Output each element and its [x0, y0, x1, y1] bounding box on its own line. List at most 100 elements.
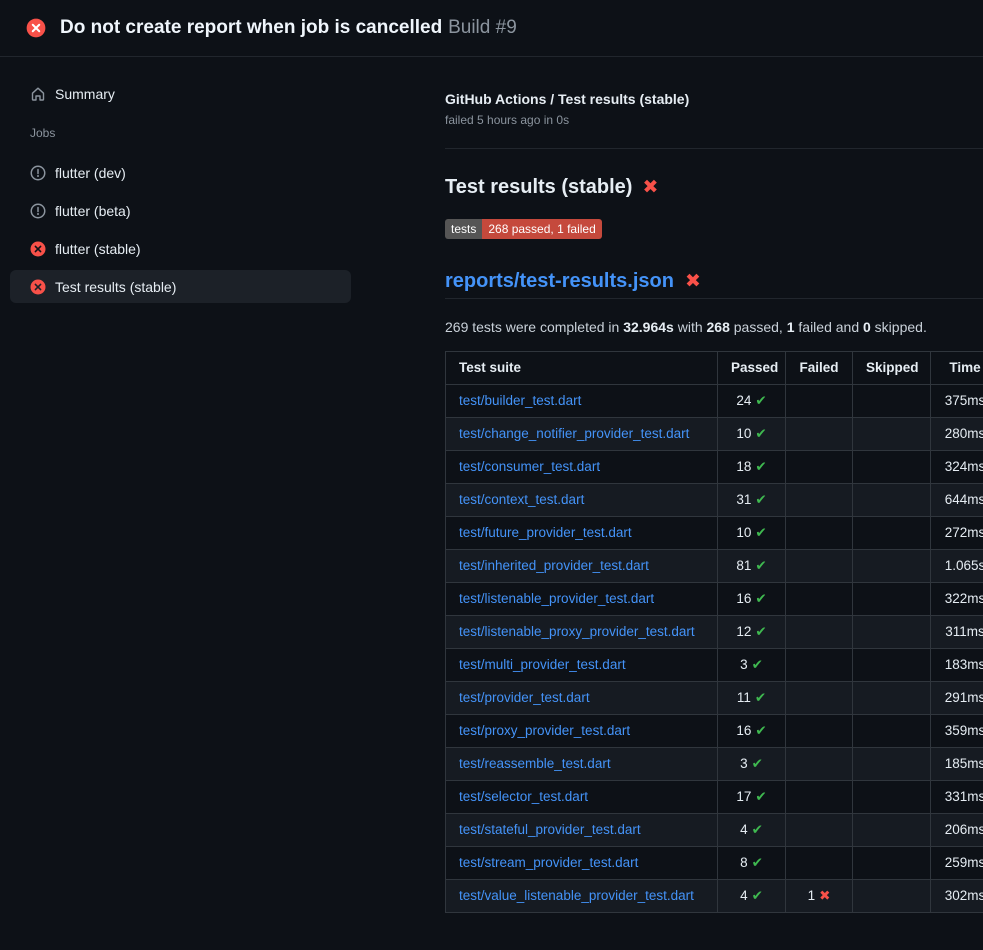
cross-icon: ✖: [819, 888, 830, 903]
passed-cell: 31 ✔: [718, 484, 786, 517]
test-suite-link[interactable]: test/stateful_provider_test.dart: [459, 822, 641, 837]
test-suite-link[interactable]: test/context_test.dart: [459, 492, 584, 507]
check-icon: ✔: [755, 558, 766, 573]
failed-cell: [786, 649, 853, 682]
test-suite-link[interactable]: test/inherited_provider_test.dart: [459, 558, 649, 573]
passed-cell: 10✔: [718, 517, 786, 550]
failed-cell: [786, 715, 853, 748]
results-table-body: test/builder_test.dart24✔375mstest/chang…: [446, 385, 983, 913]
passed-cell: 3✔: [718, 649, 786, 682]
report-file-link[interactable]: reports/test-results.json: [445, 269, 674, 293]
table-header-row: Test suite Passed Failed Skipped Time: [446, 352, 983, 385]
summary-text: skipped.: [871, 319, 927, 335]
test-suite-link[interactable]: test/proxy_provider_test.dart: [459, 723, 630, 738]
summary-passed-count: 268: [707, 319, 730, 335]
time-cell: 324ms: [931, 451, 983, 484]
time-cell: 331ms: [931, 781, 983, 814]
check-icon: ✔: [752, 822, 763, 837]
time-cell: 644ms: [931, 484, 983, 517]
badge-label: tests: [445, 219, 482, 239]
suite-cell: test/multi_provider_test.dart: [446, 649, 718, 682]
count-value: 16: [736, 723, 751, 738]
summary-duration: 32.964s: [623, 319, 674, 335]
passed-cell: 24✔: [718, 385, 786, 418]
suite-cell: test/context_test.dart: [446, 484, 718, 517]
suite-cell: test/provider_test.dart: [446, 682, 718, 715]
test-suite-link[interactable]: test/change_notifier_provider_test.dart: [459, 426, 689, 441]
suite-cell: test/stateful_provider_test.dart: [446, 814, 718, 847]
test-suite-link[interactable]: test/selector_test.dart: [459, 789, 588, 804]
summary-failed-count: 1: [787, 319, 795, 335]
failed-cell: [786, 583, 853, 616]
time-cell: 1.065s: [931, 550, 983, 583]
count-value: 8: [740, 855, 748, 870]
sidebar-item-flutter-stable[interactable]: flutter (stable): [10, 232, 351, 265]
test-suite-link[interactable]: test/future_provider_test.dart: [459, 525, 632, 540]
sidebar-item-flutter-beta[interactable]: flutter (beta): [10, 194, 351, 227]
skipped-cell: [853, 451, 931, 484]
sidebar-item-test-results-stable[interactable]: Test results (stable): [10, 270, 351, 303]
count-value: 81: [736, 558, 751, 573]
time-cell: 302ms: [931, 880, 983, 913]
test-suite-link[interactable]: test/builder_test.dart: [459, 393, 581, 408]
count-value: 31: [736, 492, 751, 507]
test-suite-link[interactable]: test/consumer_test.dart: [459, 459, 600, 474]
sidebar-summary-label: Summary: [55, 86, 115, 102]
passed-cell: 12✔: [718, 616, 786, 649]
skipped-cell: [853, 715, 931, 748]
skipped-cell: [853, 517, 931, 550]
badge-value: 268 passed, 1 failed: [482, 219, 601, 239]
table-row: test/stateful_provider_test.dart4✔206ms: [446, 814, 983, 847]
suite-cell: test/future_provider_test.dart: [446, 517, 718, 550]
check-icon: ✔: [755, 459, 766, 474]
build-number: Build #9: [448, 17, 517, 38]
suite-cell: test/stream_provider_test.dart: [446, 847, 718, 880]
sidebar-item-flutter-dev[interactable]: flutter (dev): [10, 156, 351, 189]
summary-skipped-count: 0: [863, 319, 871, 335]
table-row: test/provider_test.dart 11✔ 291ms: [446, 682, 983, 715]
skipped-cell: [853, 781, 931, 814]
test-suite-link[interactable]: test/listenable_proxy_provider_test.dart: [459, 624, 695, 639]
passed-cell: 4✔: [718, 880, 786, 913]
count-value: 4: [740, 822, 748, 837]
failed-cell: 1✖: [786, 880, 853, 913]
passed-cell: 16✔: [718, 583, 786, 616]
count-value: 10: [736, 426, 751, 441]
main-content: GitHub Actions / Test results (stable) f…: [398, 57, 983, 913]
column-header-passed: Passed: [718, 352, 786, 385]
passed-cell: 8✔: [718, 847, 786, 880]
table-row: test/reassemble_test.dart3✔185ms: [446, 748, 983, 781]
failed-cell: [786, 814, 853, 847]
sidebar-item-summary[interactable]: Summary: [10, 77, 351, 110]
test-suite-link[interactable]: test/provider_test.dart: [459, 690, 590, 705]
column-header-time: Time: [931, 352, 983, 385]
count-value: 24: [736, 393, 751, 408]
table-row: test/consumer_test.dart 18✔ 324ms: [446, 451, 983, 484]
suite-cell: test/proxy_provider_test.dart: [446, 715, 718, 748]
count-value: 1: [808, 888, 816, 903]
test-suite-link[interactable]: test/listenable_provider_test.dart: [459, 591, 654, 606]
suite-cell: test/builder_test.dart: [446, 385, 718, 418]
suite-cell: test/inherited_provider_test.dart: [446, 550, 718, 583]
check-icon: ✔: [755, 426, 766, 441]
test-suite-link[interactable]: test/reassemble_test.dart: [459, 756, 611, 771]
test-suite-link[interactable]: test/value_listenable_provider_test.dart: [459, 888, 694, 903]
time-cell: 291ms: [931, 682, 983, 715]
failed-status-icon: [26, 18, 46, 38]
time-cell: 311ms: [931, 616, 983, 649]
test-suite-link[interactable]: test/stream_provider_test.dart: [459, 855, 638, 870]
table-row: test/selector_test.dart17✔331ms: [446, 781, 983, 814]
check-icon: ✔: [755, 492, 766, 507]
column-header-skipped: Skipped: [853, 352, 931, 385]
time-cell: 280ms: [931, 418, 983, 451]
passed-cell: 18✔: [718, 451, 786, 484]
skipped-cell: [853, 847, 931, 880]
test-suite-link[interactable]: test/multi_provider_test.dart: [459, 657, 626, 672]
passed-cell: 11✔: [718, 682, 786, 715]
passed-cell: 81 ✔: [718, 550, 786, 583]
failed-status-icon: [30, 241, 46, 257]
failed-cell: [786, 748, 853, 781]
section-title: Test results (stable) ✖: [445, 175, 983, 199]
check-icon: ✔: [752, 855, 763, 870]
jobs-section-label: Jobs: [30, 126, 398, 140]
